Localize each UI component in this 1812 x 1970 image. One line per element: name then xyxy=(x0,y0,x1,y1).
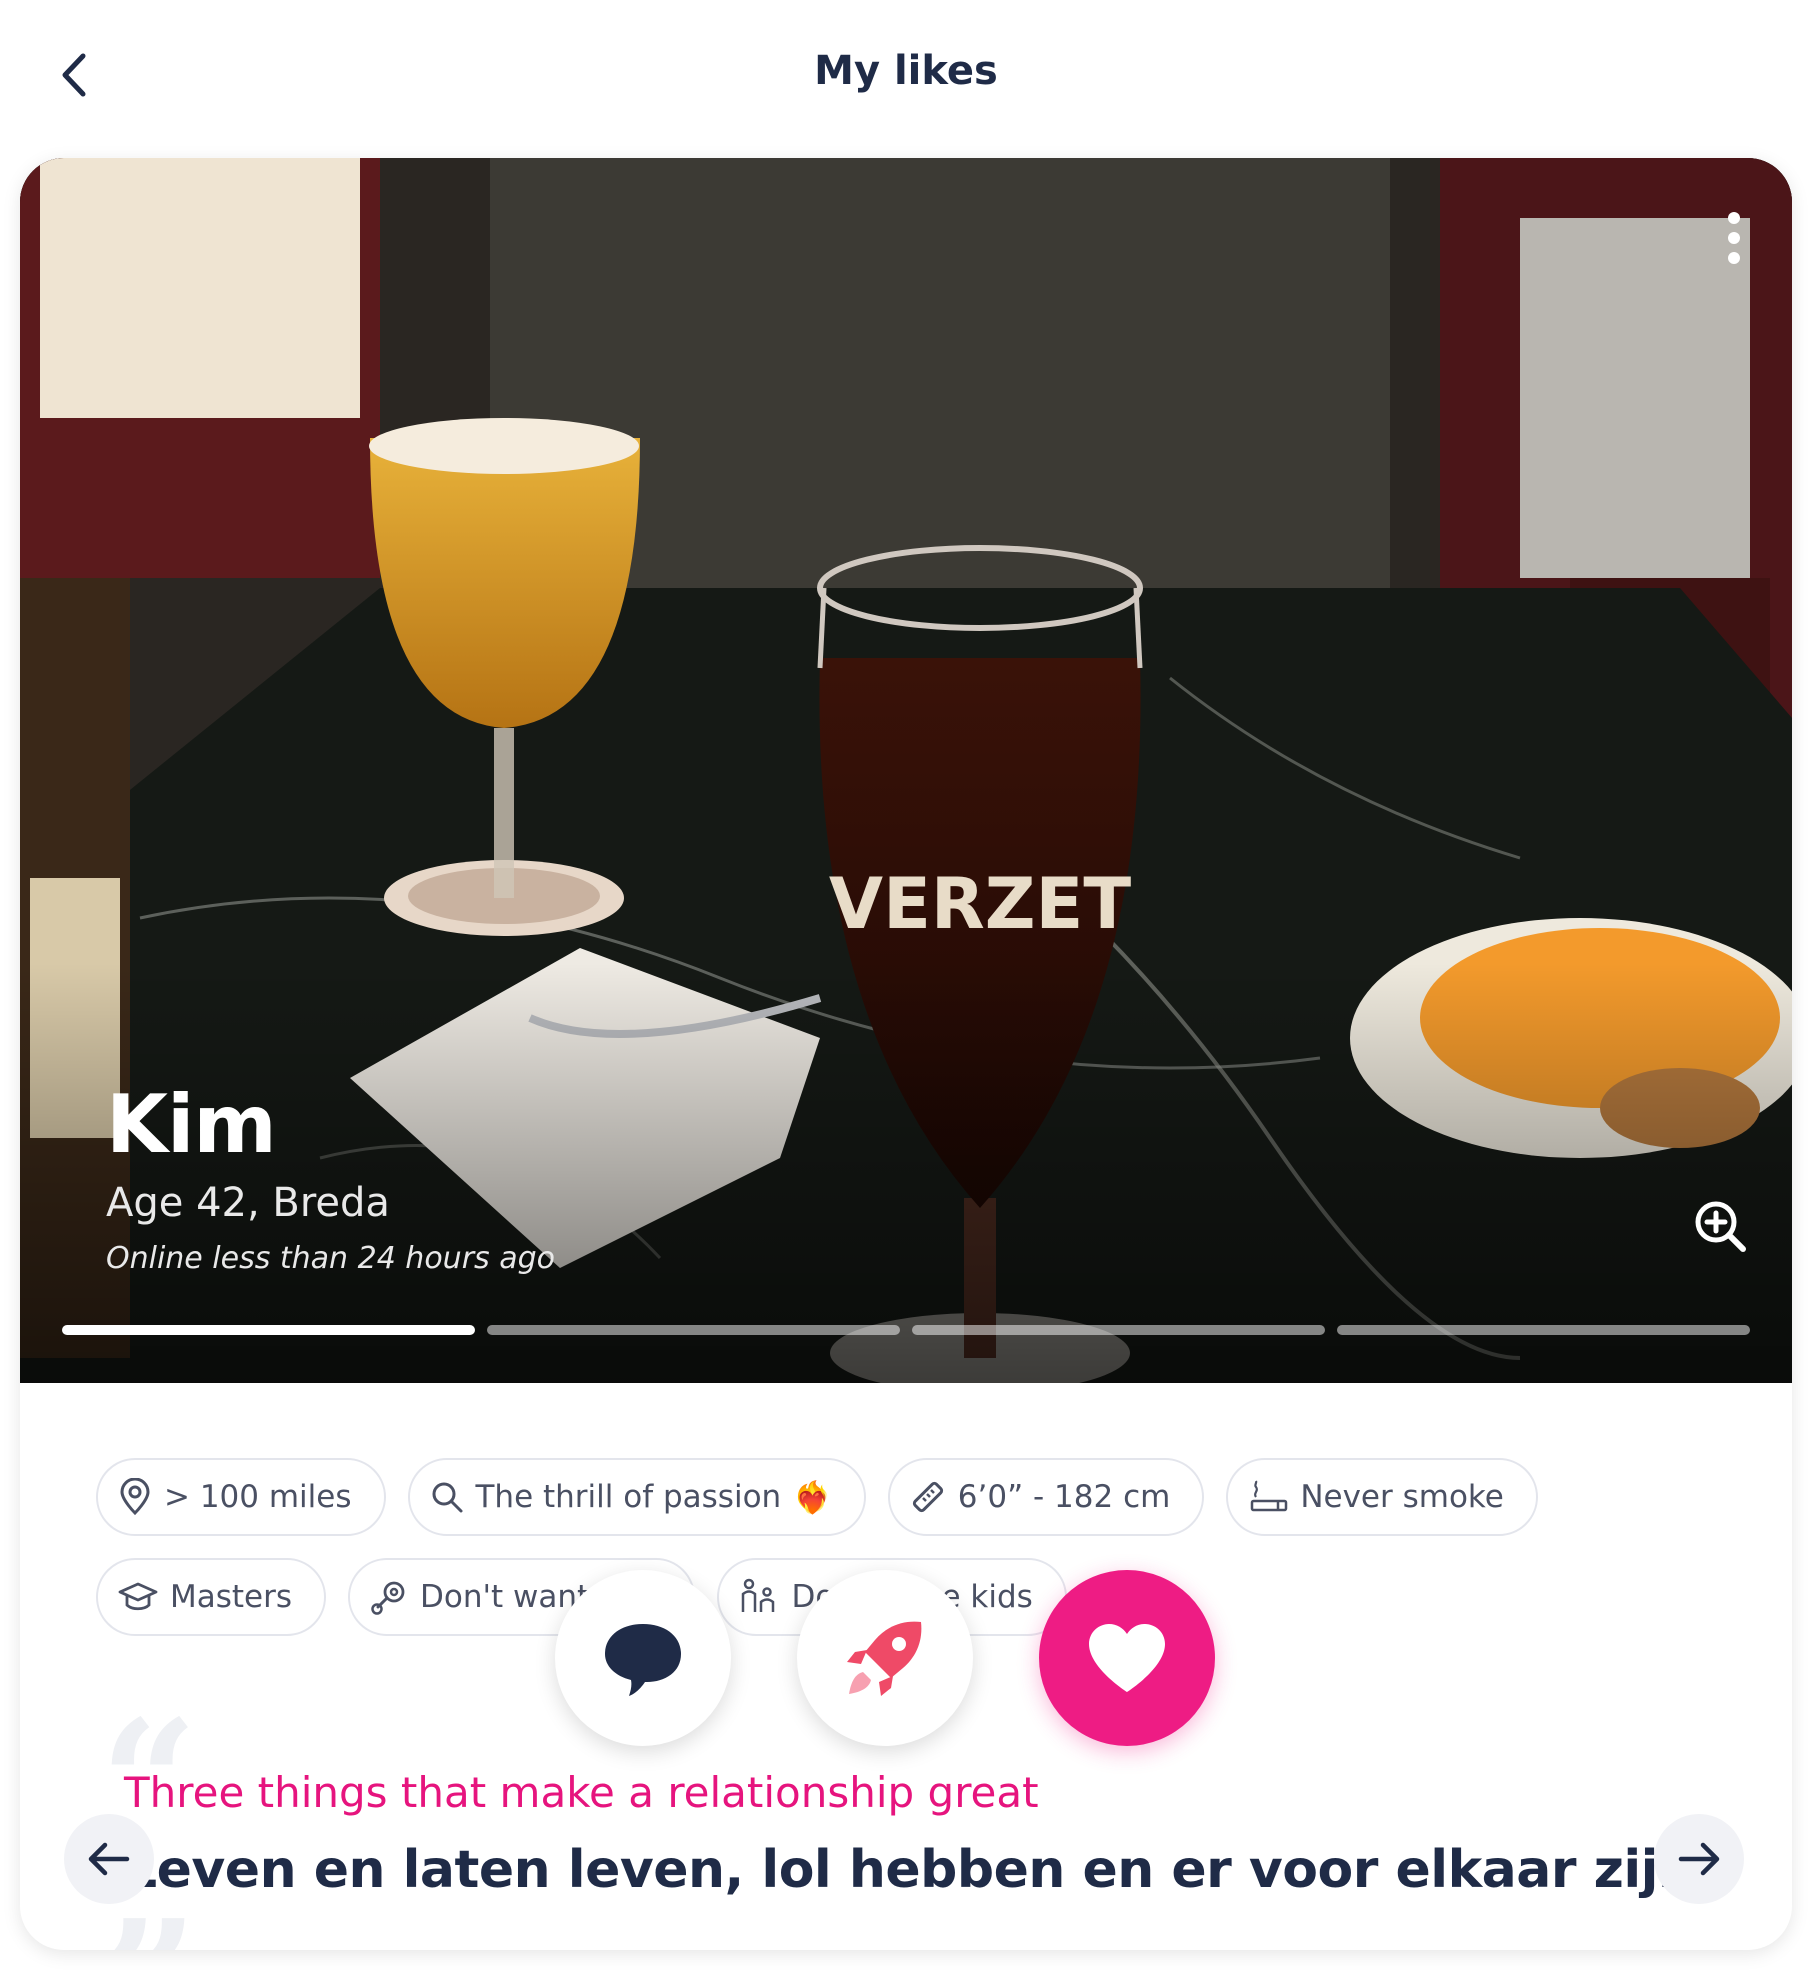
arrow-right-icon xyxy=(1678,1842,1720,1876)
family-icon xyxy=(742,1578,775,1612)
profile-age-location: Age 42, Breda xyxy=(106,1180,390,1226)
graduation-cap-icon xyxy=(118,1582,158,1611)
chip-looking-for: The thrill of passion ❤️‍🔥 xyxy=(407,1458,866,1536)
page-title: My likes xyxy=(814,48,998,94)
search-icon xyxy=(432,1482,462,1513)
heart-icon xyxy=(1089,1624,1165,1692)
zoom-in-icon xyxy=(1695,1201,1746,1252)
boost-button[interactable] xyxy=(797,1570,973,1746)
zoom-button[interactable] xyxy=(1692,1198,1748,1254)
next-profile-button[interactable] xyxy=(1654,1814,1744,1904)
arrow-left-icon xyxy=(88,1842,130,1876)
photo-progress-segment[interactable] xyxy=(62,1325,475,1335)
chip-education: Masters xyxy=(96,1558,327,1636)
header: My likes xyxy=(0,0,1812,150)
more-vertical-icon xyxy=(1728,212,1740,264)
chip-label: 6’0” - 182 cm xyxy=(957,1479,1171,1515)
ruler-icon xyxy=(912,1481,943,1513)
chat-bubble-icon xyxy=(605,1624,681,1696)
online-status: Online less than 24 hours ago xyxy=(106,1241,555,1276)
chip-label: Masters xyxy=(170,1579,293,1615)
photo-progress-segment[interactable] xyxy=(487,1325,900,1335)
smoking-icon xyxy=(1251,1480,1288,1512)
photo-progress xyxy=(62,1325,1750,1335)
chip-smoking: Never smoke xyxy=(1226,1458,1538,1536)
profile-name: Kim xyxy=(106,1078,277,1171)
message-button[interactable] xyxy=(555,1570,731,1746)
rocket-icon xyxy=(847,1621,922,1696)
chip-label: Never smoke xyxy=(1300,1479,1504,1515)
previous-profile-button[interactable] xyxy=(64,1814,154,1904)
quote-close-icon: ” xyxy=(100,1898,198,1950)
chip-distance: > 100 miles xyxy=(96,1458,386,1536)
chip-label: > 100 miles xyxy=(164,1479,352,1515)
photo-progress-segment[interactable] xyxy=(1337,1325,1750,1335)
prompt-question: Three things that make a relationship gr… xyxy=(124,1768,1039,1817)
chip-label: The thrill of passion xyxy=(475,1479,782,1515)
flaming-heart-icon: ❤️‍🔥 xyxy=(793,1479,832,1516)
chip-height: 6’0” - 182 cm xyxy=(887,1458,1205,1536)
like-button[interactable] xyxy=(1039,1570,1215,1746)
pacifier-icon xyxy=(371,1581,405,1615)
profile-photo[interactable]: VERZET Kim Age 42, Breda Online less tha… xyxy=(20,158,1792,1383)
location-pin-icon xyxy=(120,1478,150,1516)
more-options-button[interactable] xyxy=(1714,208,1754,268)
photo-gradient xyxy=(20,963,1792,1383)
photo-progress-segment[interactable] xyxy=(912,1325,1325,1335)
prompt-answer: Leven en laten leven, lol hebben en er v… xyxy=(124,1840,1714,1900)
svg-text:VERZET: VERZET xyxy=(829,863,1131,945)
